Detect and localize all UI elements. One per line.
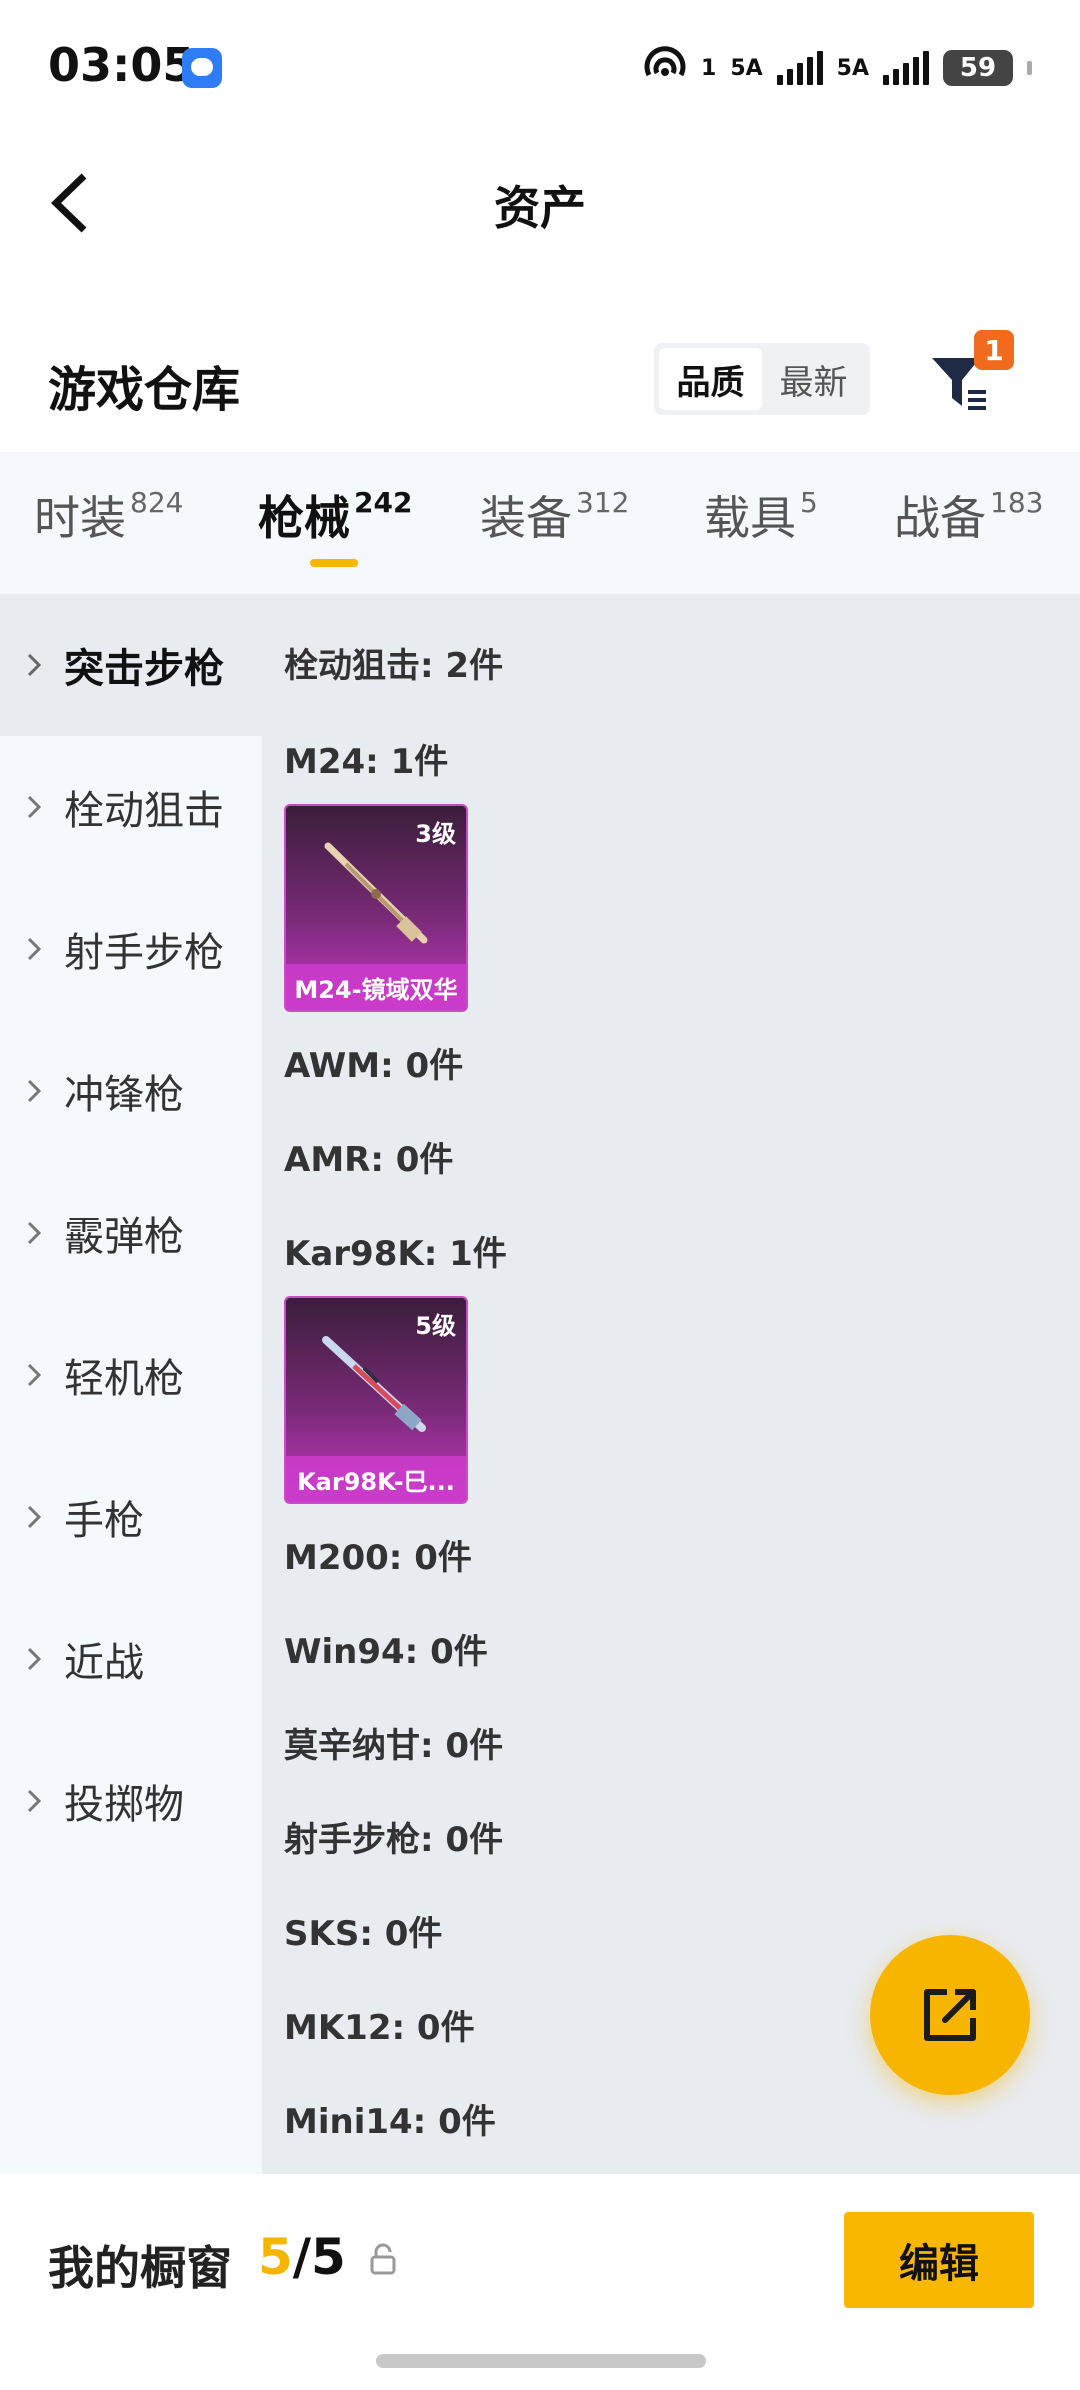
list-item: AWM: 0件 bbox=[284, 1046, 464, 1086]
network-label-1: 1 bbox=[701, 55, 717, 81]
chevron-right-icon bbox=[26, 1788, 56, 1814]
tab-count: 824 bbox=[130, 485, 184, 519]
hotspot-icon bbox=[643, 45, 687, 91]
showcase-label: 我的橱窗 bbox=[48, 2241, 232, 2295]
sidebar-item-label: 霰弹枪 bbox=[64, 1214, 184, 1260]
tab-equipment[interactable]: 装备 312 bbox=[480, 482, 629, 548]
list-item: M24: 1件 bbox=[284, 742, 449, 782]
chevron-right-icon bbox=[26, 936, 56, 962]
sidebar-item-label: 射手步枪 bbox=[64, 930, 224, 976]
sidebar-item-assault-rifle[interactable]: 突击步枪 bbox=[0, 594, 262, 736]
sidebar-item-melee[interactable]: 近战 bbox=[0, 1588, 262, 1730]
share-external-icon bbox=[924, 1989, 976, 2041]
group-header: 栓动狙击: 2件 bbox=[284, 646, 504, 686]
sidebar-item-marksman-rifle[interactable]: 射手步枪 bbox=[0, 878, 262, 1020]
tab-label: 装备 bbox=[480, 491, 572, 545]
sort-option-quality[interactable]: 品质 bbox=[659, 348, 762, 410]
list-item: MK12: 0件 bbox=[284, 2008, 475, 2048]
sidebar-item-label: 近战 bbox=[64, 1640, 144, 1686]
sidebar-item-bolt-sniper[interactable]: 栓动狙击 bbox=[0, 736, 262, 878]
showcase-count: 5/5 bbox=[258, 2228, 346, 2286]
list-item: AMR: 0件 bbox=[284, 1140, 454, 1180]
sidebar-item-label: 冲锋枪 bbox=[64, 1072, 184, 1118]
sidebar-item-label: 手枪 bbox=[64, 1498, 144, 1544]
item-card-kar98k[interactable]: 5级 Kar98K-巳... bbox=[284, 1296, 468, 1504]
showcase-count-total: /5 bbox=[292, 2228, 346, 2286]
share-fab-button[interactable] bbox=[870, 1935, 1030, 2095]
chevron-right-icon bbox=[26, 1504, 56, 1530]
sidebar-item-label: 轻机枪 bbox=[64, 1356, 184, 1402]
sidebar-item-shotgun[interactable]: 霰弹枪 bbox=[0, 1162, 262, 1304]
list-item: Mini14: 0件 bbox=[284, 2102, 496, 2142]
page-title: 资产 bbox=[494, 181, 586, 235]
chevron-right-icon bbox=[26, 1646, 56, 1672]
list-item: Kar98K: 1件 bbox=[284, 1234, 507, 1274]
list-item: Win94: 0件 bbox=[284, 1632, 488, 1672]
tab-count: 312 bbox=[576, 485, 630, 519]
list-item: SKS: 0件 bbox=[284, 1914, 443, 1954]
weapon-type-sidebar: 突击步枪 栓动狙击 射手步枪 冲锋枪 霰弹枪 轻机枪 手枪 近战 投掷物 bbox=[0, 594, 262, 2174]
sidebar-item-label: 投掷物 bbox=[64, 1782, 184, 1828]
network-label-5a-1: 5A bbox=[730, 55, 763, 81]
showcase-count-current: 5 bbox=[258, 2228, 293, 2286]
sort-option-newest[interactable]: 最新 bbox=[762, 348, 865, 410]
item-name: M24-镜域双华 bbox=[286, 964, 466, 1010]
list-item: M200: 0件 bbox=[284, 1538, 472, 1578]
tab-count: 242 bbox=[354, 485, 413, 519]
rifle-skin-icon bbox=[324, 842, 428, 944]
chevron-right-icon bbox=[26, 794, 56, 820]
battery-cap bbox=[1027, 61, 1032, 75]
filter-button[interactable]: 1 bbox=[920, 330, 1020, 420]
battery-level: 59 bbox=[959, 53, 997, 83]
tab-label: 载具 bbox=[704, 491, 796, 545]
sidebar-item-label: 栓动狙击 bbox=[64, 788, 224, 834]
chat-icon bbox=[182, 48, 222, 88]
tab-count: 5 bbox=[800, 485, 818, 519]
sort-toggle: 品质 最新 bbox=[654, 343, 870, 415]
sidebar-item-pistol[interactable]: 手枪 bbox=[0, 1446, 262, 1588]
lock-icon bbox=[370, 2243, 396, 2275]
status-time: 03:05 bbox=[48, 38, 195, 92]
sidebar-item-lmg[interactable]: 轻机枪 bbox=[0, 1304, 262, 1446]
list-item: 莫辛纳甘: 0件 bbox=[284, 1726, 504, 1766]
edit-button[interactable]: 编辑 bbox=[844, 2212, 1034, 2308]
item-card-m24[interactable]: 3级 M24-镜域双华 bbox=[284, 804, 468, 1012]
chevron-right-icon bbox=[26, 652, 56, 678]
section-title: 游戏仓库 bbox=[48, 362, 241, 418]
tab-firearms[interactable]: 枪械 242 bbox=[258, 482, 412, 548]
list-item: 射手步枪: 0件 bbox=[284, 1820, 504, 1860]
item-name: Kar98K-巳... bbox=[286, 1456, 466, 1502]
tab-vehicles[interactable]: 载具 5 bbox=[704, 482, 818, 548]
rifle-skin-icon bbox=[322, 1336, 426, 1432]
tab-fashion[interactable]: 时装 824 bbox=[34, 482, 183, 548]
tab-active-indicator bbox=[310, 559, 358, 567]
tab-supplies[interactable]: 战备 183 bbox=[894, 482, 1043, 548]
tab-count: 183 bbox=[990, 485, 1044, 519]
signal-icon bbox=[883, 51, 929, 85]
sidebar-item-throwable[interactable]: 投掷物 bbox=[0, 1730, 262, 1872]
tab-label: 枪械 bbox=[258, 491, 350, 545]
battery-icon: 59 bbox=[943, 50, 1013, 86]
status-bar: 03:05 1 5A 5A 59 bbox=[0, 0, 1080, 130]
signal-icon bbox=[776, 51, 823, 85]
sidebar-item-label: 突击步枪 bbox=[64, 646, 224, 692]
filter-badge: 1 bbox=[974, 330, 1014, 370]
chevron-right-icon bbox=[26, 1078, 56, 1104]
chevron-right-icon bbox=[26, 1362, 56, 1388]
status-indicators: 1 5A 5A 59 bbox=[643, 44, 1032, 92]
showcase-bar: 我的橱窗 5/5 编辑 bbox=[0, 2174, 1080, 2390]
tab-label: 时装 bbox=[34, 491, 126, 545]
category-tabs: 时装 824 枪械 242 装备 312 载具 5 战备 183 bbox=[0, 452, 1080, 594]
chevron-right-icon bbox=[26, 1220, 56, 1246]
tab-label: 战备 bbox=[894, 491, 986, 545]
sidebar-item-smg[interactable]: 冲锋枪 bbox=[0, 1020, 262, 1162]
network-label-5a-2: 5A bbox=[836, 55, 869, 81]
home-indicator[interactable] bbox=[376, 2354, 706, 2368]
